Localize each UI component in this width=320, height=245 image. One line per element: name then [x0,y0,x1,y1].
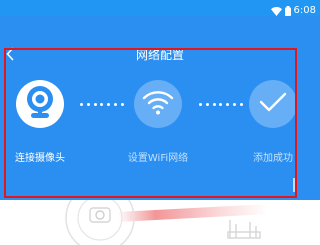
step-setup-wifi [134,80,182,128]
page-title: 网络配置 [135,48,184,62]
wifi-icon [141,88,175,120]
router-illustration-icon [224,210,264,244]
step-label-setup-wifi: 设置WiFi网络 [127,153,189,164]
camera-illustration-icon [60,200,140,245]
check-icon [258,90,288,118]
step-label-add-success: 添加成功 [253,153,293,164]
camera-icon [25,85,55,123]
network-config-screen: 6:08 网络配置 连接摄像头 设置WiFi网络 添加成功 [0,0,320,245]
step-connect-camera [16,80,64,128]
text-cursor [293,178,295,192]
step-connector-2 [199,103,243,106]
step-add-success [249,80,297,128]
status-bar: 6:08 [0,0,320,17]
step-label-connect-camera: 连接摄像头 [15,153,65,164]
step-connector-1 [80,103,124,106]
config-header: 网络配置 连接摄像头 设置WiFi网络 添加成功 [0,16,320,200]
content-area [0,200,320,245]
